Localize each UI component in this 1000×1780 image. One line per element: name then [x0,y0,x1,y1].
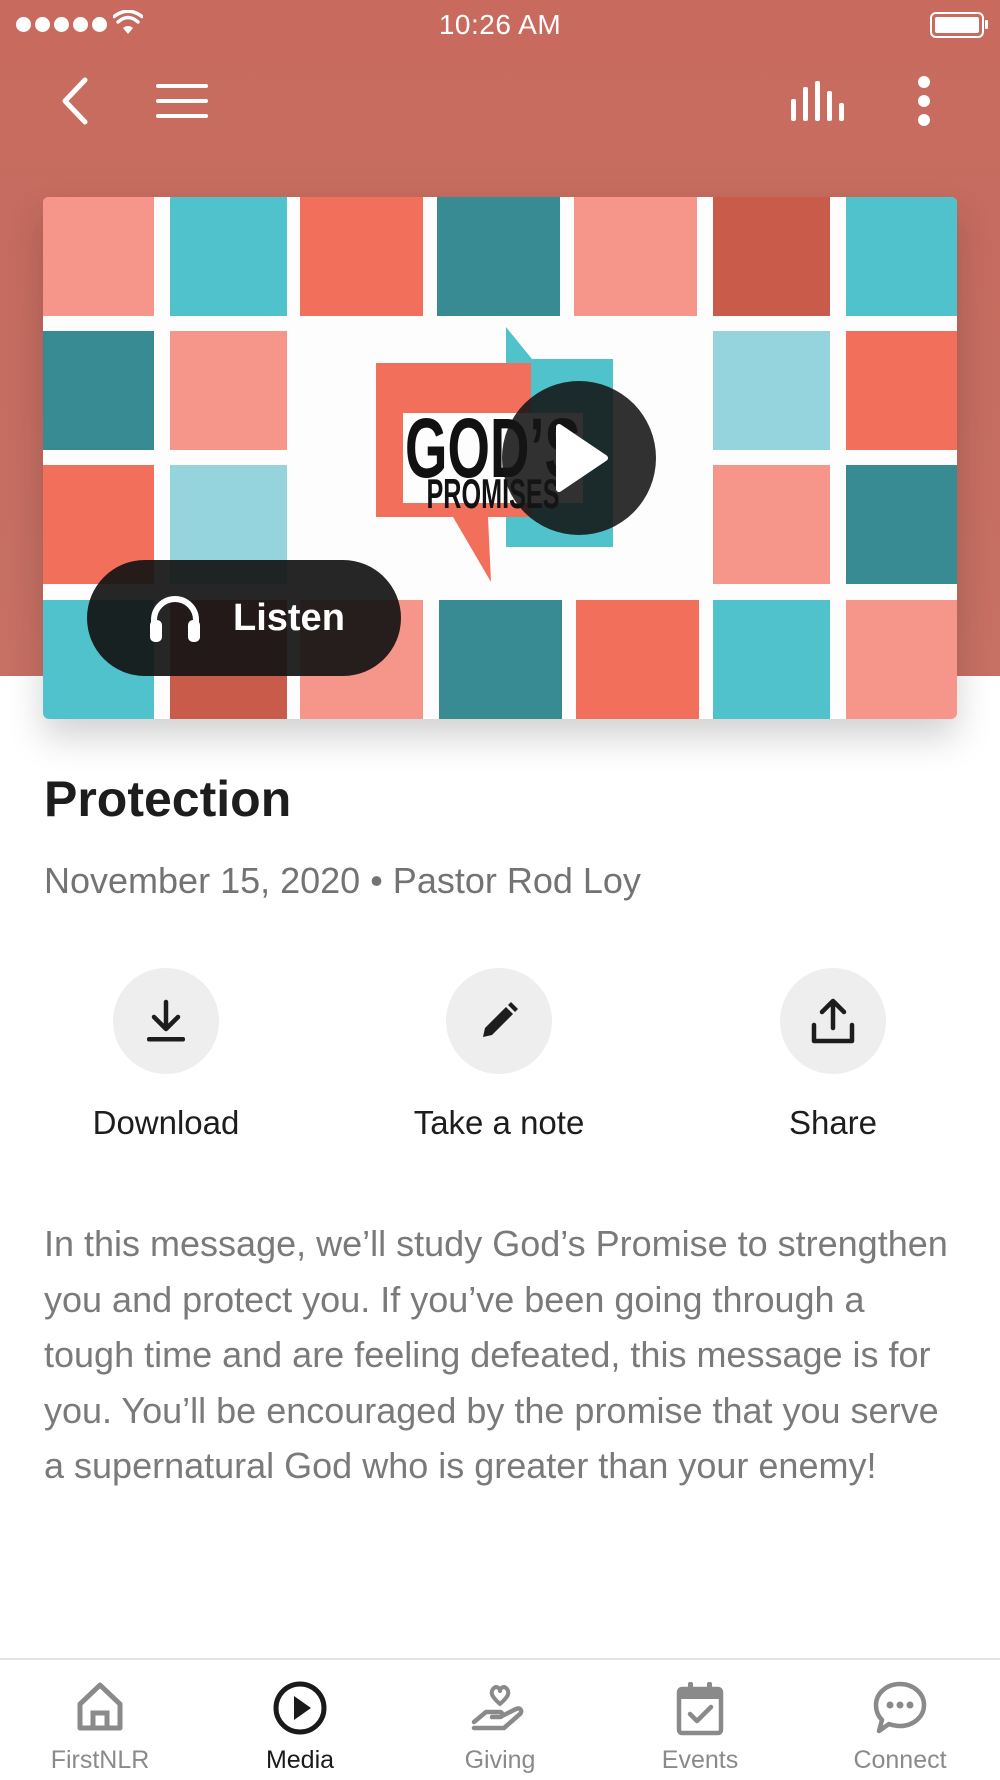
share-button[interactable]: Share [703,968,963,1142]
status-bar: 10:26 AM [0,0,1000,50]
listen-label: Listen [233,596,345,639]
tab-giving[interactable]: Giving [400,1660,600,1780]
back-button[interactable] [50,70,100,132]
share-icon [811,998,855,1044]
tab-events[interactable]: Events [600,1660,800,1780]
chat-bubble-icon [873,1681,927,1734]
take-note-circle [446,968,552,1074]
more-vertical-icon [918,76,930,126]
calendar-check-icon [676,1682,724,1736]
battery-icon [930,12,988,38]
download-label: Download [92,1104,240,1141]
giving-hand-heart-icon [471,1685,524,1731]
tab-label-giving: Giving [464,1746,536,1774]
take-note-label: Take a note [413,1104,585,1141]
sermon-meta: November 15, 2020 • Pastor Rod Loy [44,860,641,901]
tab-media[interactable]: Media [200,1660,400,1780]
menu-button[interactable] [150,70,214,132]
audio-bars-icon [791,81,844,121]
tab-connect[interactable]: Connect [800,1660,1000,1780]
play-icon [556,424,608,492]
download-circle [113,968,219,1074]
chevron-left-icon [62,77,88,125]
tab-label-events: Events [661,1746,739,1774]
listen-button[interactable]: Listen [87,560,401,676]
audio-button[interactable] [785,70,849,132]
headphones-icon [150,596,200,642]
tab-label-firstnlr: FirstNLR [50,1746,150,1774]
share-label: Share [788,1104,878,1141]
tab-label-connect: Connect [853,1746,947,1774]
bottom-tab-bar: FirstNLR Media Giving Events Connect [0,1658,1000,1780]
status-time: 10:26 AM [438,9,562,40]
play-circle-icon [273,1681,327,1735]
download-button[interactable]: Download [36,968,296,1142]
pencil-icon [483,1002,518,1037]
tab-label-media: Media [265,1746,335,1774]
take-note-button[interactable]: Take a note [369,968,629,1142]
share-circle [780,968,886,1074]
tab-firstnlr[interactable]: FirstNLR [0,1660,200,1780]
download-icon [147,999,185,1042]
home-icon [77,1682,123,1731]
play-button[interactable] [502,381,656,535]
sermon-title: Protection [44,771,292,827]
sermon-description: In this message, we’ll study God’s Promi… [44,1223,948,1487]
more-options-button[interactable] [904,70,944,132]
hamburger-menu-icon [156,84,208,118]
